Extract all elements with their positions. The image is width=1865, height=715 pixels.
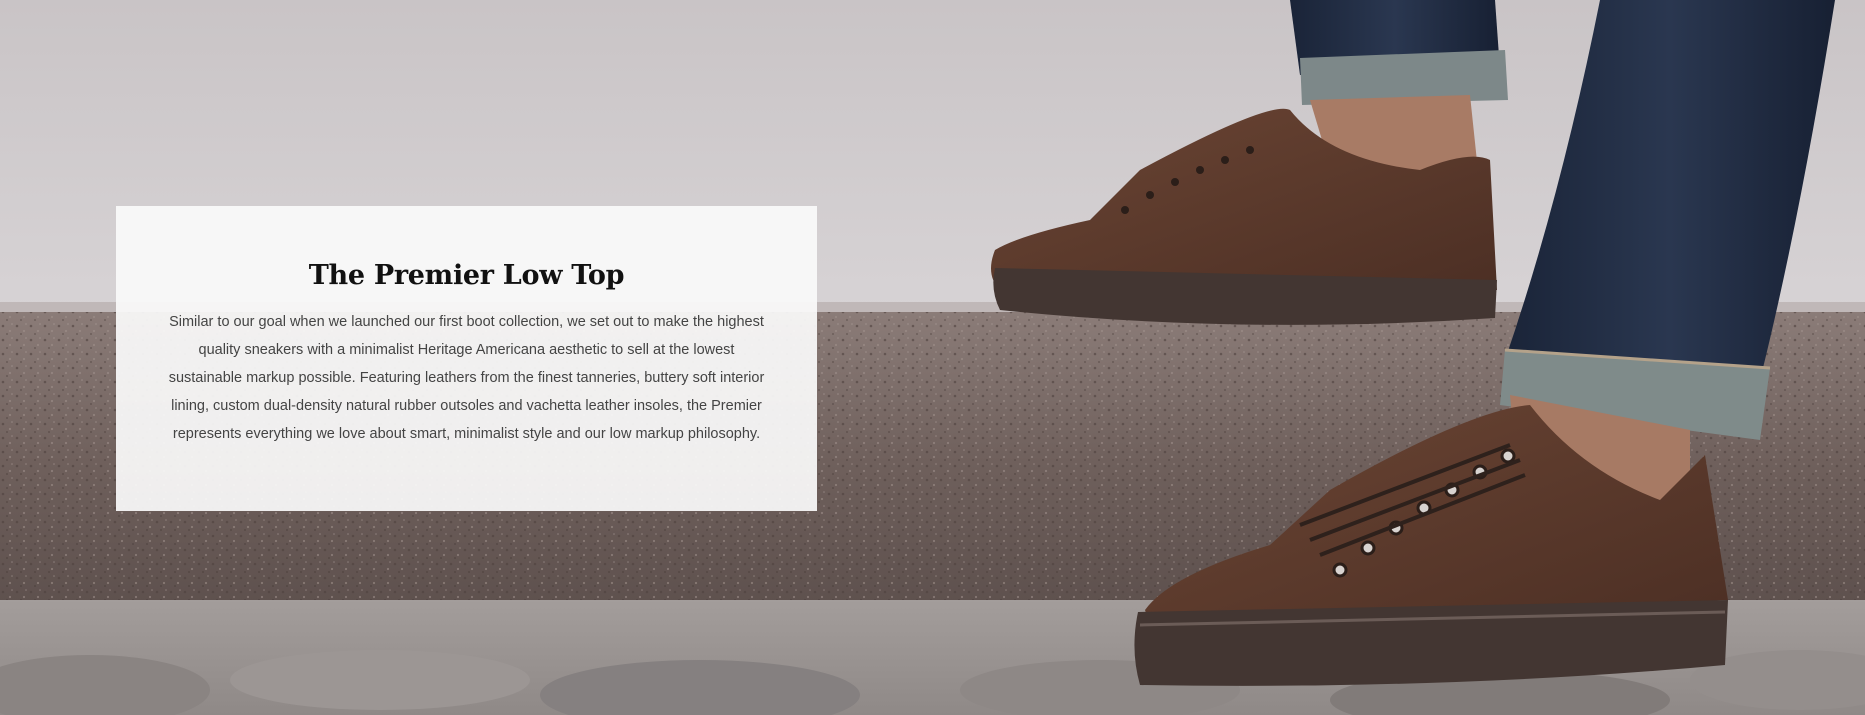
hero-banner: The Premier Low Top Similar to our goal … — [0, 0, 1865, 715]
product-info-card: The Premier Low Top Similar to our goal … — [116, 206, 817, 511]
product-title: The Premier Low Top — [308, 260, 625, 291]
product-description: Similar to our goal when we launched our… — [168, 314, 765, 443]
